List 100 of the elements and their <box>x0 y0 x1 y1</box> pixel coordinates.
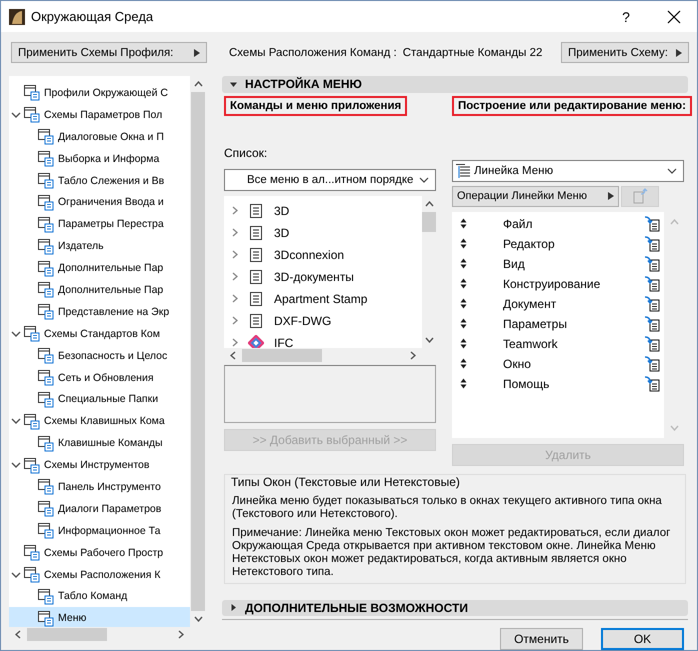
sidebar-item[interactable]: Представление на Экр <box>9 300 190 323</box>
list-item[interactable]: Apartment Stamp <box>224 288 422 310</box>
window-icon <box>37 238 54 255</box>
window-icon <box>37 522 54 540</box>
sort-handle-icon <box>460 318 467 329</box>
menu-item[interactable]: Параметры <box>503 316 644 330</box>
operations-button[interactable]: Операции Линейки Меню <box>452 186 619 206</box>
sidebar-item[interactable]: Информационное Та <box>9 520 190 542</box>
sort-handle-icon <box>460 298 467 309</box>
insert-icon <box>644 296 660 312</box>
window-icon <box>37 281 54 298</box>
sidebar-item[interactable]: Дополнительные Пар <box>9 279 190 301</box>
scrollbar-thumb[interactable] <box>242 348 322 362</box>
section-heading: Построение или редактирование меню: <box>452 96 692 116</box>
sidebar-item[interactable]: Табло Слежения и Вв <box>9 170 190 192</box>
chevron-icon <box>419 176 429 182</box>
window-icon <box>23 544 40 562</box>
sidebar-item[interactable]: Клавишные Команды <box>9 432 190 454</box>
scroll-right-icon <box>178 630 184 639</box>
info-text: Линейка меню будет показываться только в окнах текущего активного типа окна (Текстового или Нетекстового). <box>232 494 663 520</box>
list-item[interactable]: 3D <box>224 222 422 244</box>
insert-icon <box>644 336 660 352</box>
list-icon <box>248 246 264 262</box>
sidebar-item[interactable]: Схемы Рабочего Простр <box>9 542 190 564</box>
menu-item[interactable]: Документ <box>503 296 644 310</box>
scrollbar-thumb[interactable] <box>27 628 107 641</box>
cancel-button[interactable]: Отменить <box>500 628 583 650</box>
sidebar-item[interactable]: Диалоговые Окна и П <box>9 126 190 148</box>
menu-item[interactable]: Файл <box>503 216 644 230</box>
sidebar-item[interactable]: Схемы Стандартов Ком <box>9 322 190 345</box>
list-item[interactable]: 3D-документы <box>224 266 422 288</box>
insert-icon <box>644 276 660 292</box>
scheme-label: Схемы Расположения Команд : <box>229 46 397 58</box>
list-item[interactable]: 3Dconnexion <box>224 244 422 266</box>
sort-handle-icon <box>460 218 467 229</box>
sidebar-item[interactable]: Дополнительные Пар <box>9 257 190 280</box>
scroll-left-icon <box>230 350 236 360</box>
sidebar-item[interactable]: Схемы Клавишных Кома <box>9 410 190 432</box>
insert-icon <box>644 216 660 232</box>
sidebar-item[interactable]: Сеть и Обновления <box>9 366 190 388</box>
list-icon <box>248 290 264 306</box>
sidebar-item[interactable]: Ограничения Ввода и <box>9 191 190 214</box>
ok-button[interactable]: OK <box>601 628 684 650</box>
sidebar-item[interactable]: Схемы Расположения К <box>9 564 190 586</box>
sidebar-item[interactable]: Диалоги Параметров <box>9 498 190 520</box>
window-title: Окружающая Среда <box>31 9 154 24</box>
insert-icon <box>644 256 660 272</box>
rings-icon <box>248 334 264 348</box>
window-icon <box>37 478 54 496</box>
sidebar-item[interactable]: Специальные Папки <box>9 388 190 410</box>
menu-item[interactable]: Редактор <box>503 236 644 250</box>
sidebar-item[interactable]: Выборка и Информа <box>9 148 190 170</box>
chevron-icon <box>232 338 238 347</box>
menu-item[interactable]: Помощь <box>503 376 644 390</box>
sidebar-item[interactable]: Профили Окружающей С <box>9 82 190 104</box>
section-header[interactable]: ДОПОЛНИТЕЛЬНЫЕ ВОЗМОЖНОСТИ <box>222 600 688 616</box>
help-button[interactable]: ? <box>611 8 641 24</box>
scrollbar-thumb[interactable] <box>422 212 436 232</box>
expand-triangle-icon <box>230 604 237 612</box>
chevron-icon <box>232 294 238 303</box>
sidebar-item[interactable]: Схемы Параметров Пол <box>9 104 190 126</box>
window-icon <box>23 84 40 102</box>
list-item[interactable]: DXF-DWG <box>224 310 422 332</box>
sidebar-item[interactable]: Безопасность и Целос <box>9 344 190 367</box>
list-item[interactable]: IFC <box>224 332 422 348</box>
window-icon <box>37 369 54 386</box>
dropdown[interactable]: Линейка Меню <box>452 160 684 182</box>
close-icon[interactable] <box>667 10 681 24</box>
menu-item[interactable]: Окно <box>503 356 644 370</box>
sidebar-item[interactable]: Издатель <box>9 235 190 258</box>
window-icon <box>37 500 54 518</box>
scroll-up-icon <box>670 218 678 224</box>
window-icon <box>37 128 54 146</box>
sidebar-item[interactable]: Табло Команд <box>9 585 190 608</box>
scroll-down-icon <box>194 616 202 622</box>
sidebar-item[interactable]: Схемы Инструментов <box>9 454 190 476</box>
section-header[interactable]: НАСТРОЙКА МЕНЮ <box>222 76 688 92</box>
list-icon <box>248 268 264 284</box>
apply-scheme-button[interactable]: Применить Схему: <box>561 42 689 63</box>
export-button[interactable] <box>621 186 659 206</box>
menu-item[interactable]: Teamwork <box>503 336 644 350</box>
sidebar-item[interactable]: Меню <box>9 607 190 627</box>
menu-item[interactable]: Конструирование <box>503 276 644 290</box>
window-icon <box>37 172 54 189</box>
window-icon <box>37 194 54 211</box>
group-title: Типы Окон (Текстовые или Нетекстовые) <box>229 474 462 488</box>
chevron-icon <box>11 110 21 119</box>
scroll-left-icon <box>15 630 21 639</box>
menu-item[interactable]: Вид <box>503 256 644 270</box>
sort-handle-icon <box>460 378 467 389</box>
list-item[interactable]: 3D <box>224 200 422 222</box>
info-text: Примечание: Линейка меню Текстовых окон может редактироваться, если диалог Окружающая Среда открывается при активном текстовом окне. Линейка Меню Нетекстовых окон может редактироваться, когда активным является окно Нетекстового типа. <box>232 526 672 578</box>
list-icon <box>248 202 264 218</box>
sidebar-item[interactable]: Параметры Перестра <box>9 213 190 236</box>
scrollbar-thumb[interactable] <box>191 92 205 611</box>
apply-profile-button[interactable]: Применить Схемы Профиля: <box>11 42 207 63</box>
chevron-icon <box>232 206 238 215</box>
document-arrow-icon <box>632 188 648 204</box>
sidebar-item[interactable]: Панель Инструменто <box>9 476 190 498</box>
dropdown[interactable]: Все меню в ал...итном порядке <box>224 168 436 190</box>
